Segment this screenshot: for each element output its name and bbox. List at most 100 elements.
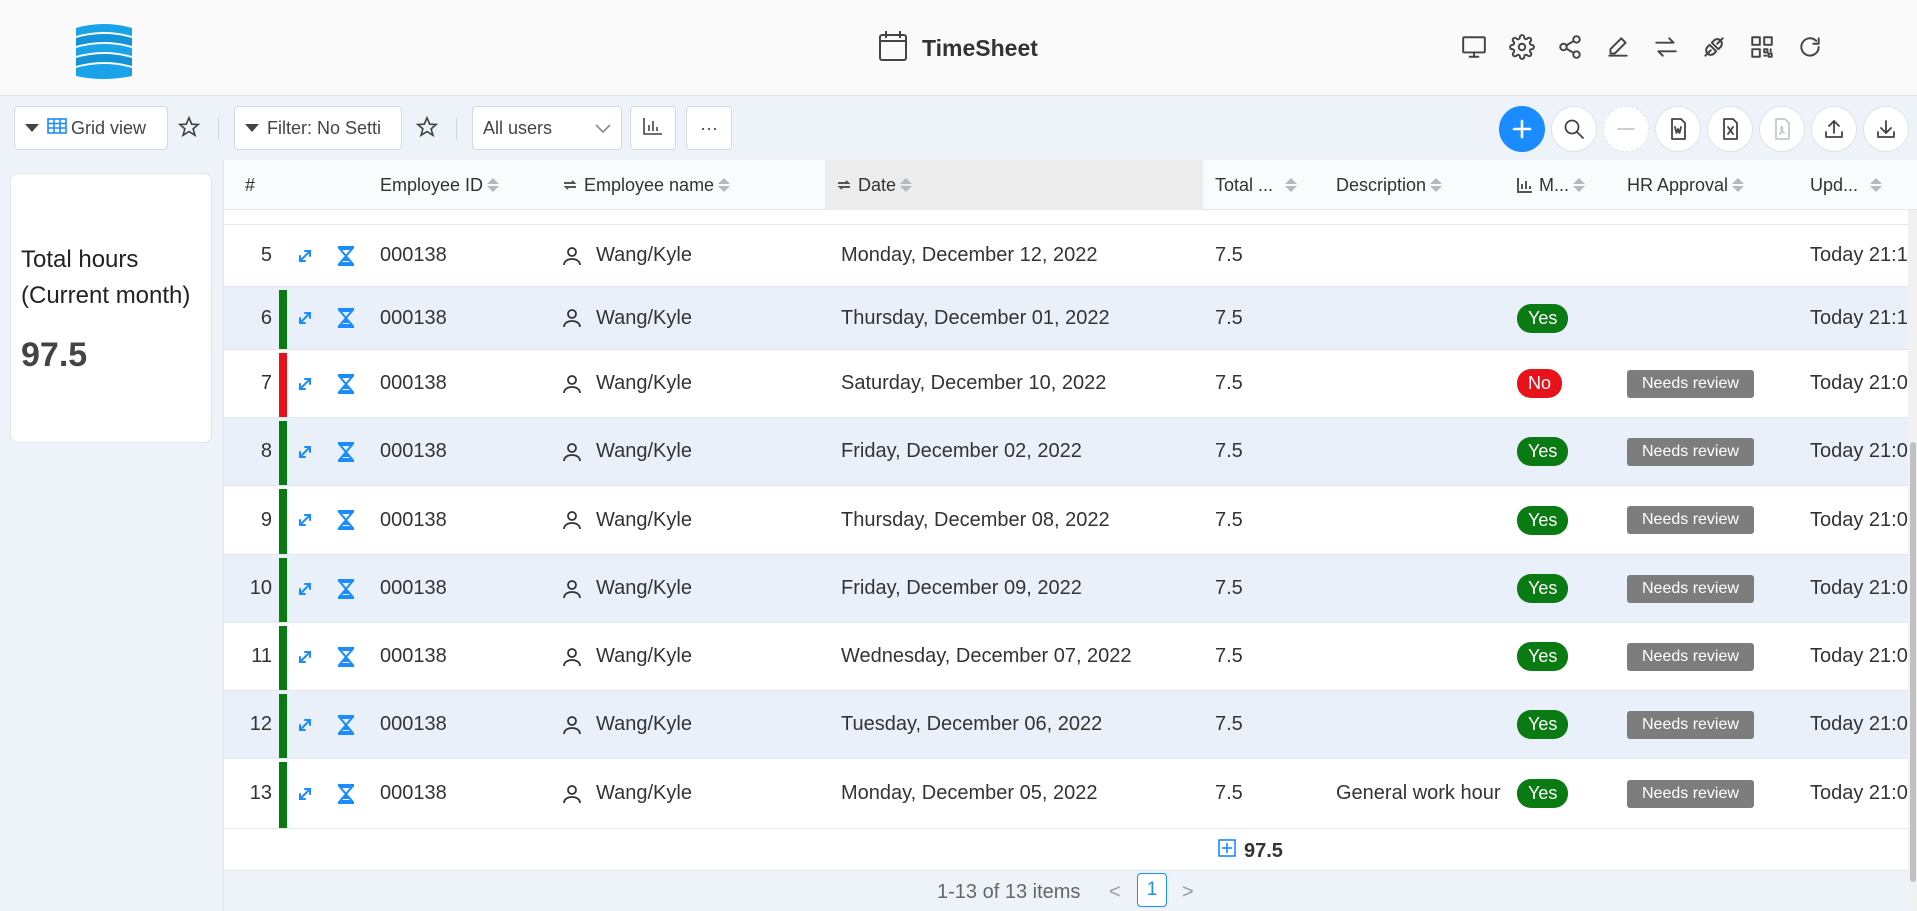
description-cell[interactable] [1336, 225, 1506, 286]
column-header-hr-approval[interactable]: HR Approval [1627, 160, 1745, 210]
date-cell[interactable]: Thursday, December 08, 2022 [841, 486, 1110, 554]
employee-id-cell[interactable]: 000138 [380, 691, 447, 758]
refresh-icon[interactable] [1791, 28, 1829, 66]
employee-name-cell[interactable]: Wang/Kyle [562, 555, 692, 622]
description-cell[interactable] [1336, 287, 1506, 349]
sort-icon[interactable] [900, 178, 913, 192]
m-cell[interactable]: Yes [1517, 486, 1569, 554]
column-header-m[interactable]: M... [1517, 160, 1585, 210]
m-cell[interactable]: Yes [1517, 555, 1569, 622]
sort-icon[interactable] [1430, 178, 1443, 192]
date-cell[interactable]: Saturday, December 10, 2022 [841, 350, 1106, 417]
table-row[interactable]: 10 000138 Wang/Kyle Friday, December 09, 20… [224, 554, 1917, 622]
employee-name-cell[interactable]: Wang/Kyle [562, 759, 692, 828]
hourglass-icon[interactable] [336, 691, 356, 758]
hourglass-icon[interactable] [336, 287, 356, 349]
description-cell[interactable] [1336, 691, 1506, 758]
expand-row-icon[interactable] [295, 759, 315, 828]
sort-icon[interactable] [1870, 178, 1883, 192]
scrollbar-thumb[interactable] [1910, 442, 1916, 882]
date-cell[interactable]: Friday, December 09, 2022 [841, 555, 1082, 622]
export-pdf-button[interactable] [1759, 106, 1805, 152]
plug-icon[interactable] [1695, 28, 1733, 66]
m-cell[interactable]: No [1517, 350, 1563, 417]
m-cell[interactable]: Yes [1517, 759, 1569, 828]
employee-name-cell[interactable]: Wang/Kyle [562, 691, 692, 758]
sort-icon[interactable] [487, 178, 500, 192]
share-icon[interactable] [1551, 28, 1589, 66]
export-excel-button[interactable] [1707, 106, 1753, 152]
column-header-date[interactable]: Date [825, 160, 1203, 210]
employee-name-cell[interactable]: Wang/Kyle [562, 350, 692, 417]
users-select[interactable]: All users [472, 106, 622, 150]
description-cell[interactable] [1336, 555, 1506, 622]
total-cell[interactable]: 7.5 [1215, 691, 1243, 758]
swap-icon[interactable] [1647, 28, 1685, 66]
hourglass-icon[interactable] [336, 350, 356, 417]
employee-name-cell[interactable]: Wang/Kyle [562, 225, 692, 286]
employee-id-cell[interactable]: 000138 [380, 225, 447, 286]
column-header-total[interactable]: Total ... [1215, 160, 1299, 210]
hr-approval-cell[interactable]: Needs review [1627, 555, 1754, 622]
column-header-employee-id[interactable]: Employee ID [380, 160, 500, 210]
date-cell[interactable]: Tuesday, December 06, 2022 [841, 691, 1102, 758]
date-cell[interactable]: Monday, December 12, 2022 [841, 225, 1097, 286]
hourglass-icon[interactable] [336, 623, 356, 690]
m-cell[interactable]: Yes [1517, 287, 1569, 349]
column-header-updated[interactable]: Upd... [1810, 160, 1883, 210]
hourglass-icon[interactable] [336, 418, 356, 485]
date-cell[interactable]: Wednesday, December 07, 2022 [841, 623, 1132, 690]
add-record-button[interactable] [1499, 106, 1545, 152]
more-options-button[interactable]: ··· [686, 106, 732, 150]
hr-approval-cell[interactable]: Needs review [1627, 691, 1754, 758]
employee-id-cell[interactable]: 000138 [380, 418, 447, 485]
expand-row-icon[interactable] [295, 486, 315, 554]
table-row[interactable]: 11 000138 Wang/Kyle Wednesday, December 07,… [224, 622, 1917, 690]
total-cell[interactable]: 7.5 [1215, 759, 1243, 828]
page-number-button[interactable]: 1 [1137, 873, 1167, 907]
total-cell[interactable]: 7.5 [1215, 623, 1243, 690]
table-row[interactable]: 7 000138 Wang/Kyle Saturday, December 10, 2… [224, 349, 1917, 417]
column-header-description[interactable]: Description [1336, 160, 1443, 210]
next-page-button[interactable]: > [1182, 881, 1194, 904]
total-cell[interactable]: 7.5 [1215, 350, 1243, 417]
table-row[interactable]: 5 000138 Wang/Kyle Monday, December 12, 202… [224, 224, 1917, 286]
expand-row-icon[interactable] [295, 350, 315, 417]
search-button[interactable] [1551, 106, 1597, 152]
m-cell[interactable]: Yes [1517, 623, 1569, 690]
expand-row-icon[interactable] [295, 555, 315, 622]
view-selector-button[interactable]: Grid view [14, 106, 168, 150]
upload-button[interactable] [1811, 106, 1857, 152]
sort-icon[interactable] [1573, 178, 1585, 192]
hr-approval-cell[interactable]: Needs review [1627, 623, 1754, 690]
employee-id-cell[interactable]: 000138 [380, 486, 447, 554]
employee-id-cell[interactable]: 000138 [380, 350, 447, 417]
total-cell[interactable]: 7.5 [1215, 287, 1243, 349]
hourglass-icon[interactable] [336, 555, 356, 622]
monitor-icon[interactable] [1455, 28, 1493, 66]
hr-approval-cell[interactable]: Needs review [1627, 418, 1754, 485]
sum-icon[interactable] [1218, 839, 1236, 863]
hr-approval-cell[interactable]: Needs review [1627, 486, 1754, 554]
description-cell[interactable] [1336, 486, 1506, 554]
sort-icon[interactable] [718, 178, 731, 192]
download-button[interactable] [1863, 106, 1909, 152]
description-cell[interactable] [1336, 623, 1506, 690]
export-word-button[interactable] [1655, 106, 1701, 152]
employee-id-cell[interactable]: 000138 [380, 623, 447, 690]
hr-approval-cell[interactable]: Needs review [1627, 350, 1754, 417]
m-cell[interactable]: Yes [1517, 691, 1569, 758]
expand-row-icon[interactable] [295, 225, 315, 286]
total-cell[interactable]: 7.5 [1215, 418, 1243, 485]
date-cell[interactable]: Friday, December 02, 2022 [841, 418, 1082, 485]
table-row[interactable]: 12 000138 Wang/Kyle Tuesday, December 06, 2… [224, 690, 1917, 758]
edit-icon[interactable] [1599, 28, 1637, 66]
chart-button[interactable] [630, 106, 676, 150]
hr-approval-cell[interactable]: Needs review [1627, 759, 1754, 828]
date-cell[interactable]: Monday, December 05, 2022 [841, 759, 1097, 828]
description-cell[interactable] [1336, 418, 1506, 485]
sort-icon[interactable] [1732, 178, 1745, 192]
filter-button[interactable]: Filter: No Setti [234, 106, 402, 150]
description-cell[interactable]: General work hour [1336, 759, 1506, 828]
employee-id-cell[interactable]: 000138 [380, 555, 447, 622]
